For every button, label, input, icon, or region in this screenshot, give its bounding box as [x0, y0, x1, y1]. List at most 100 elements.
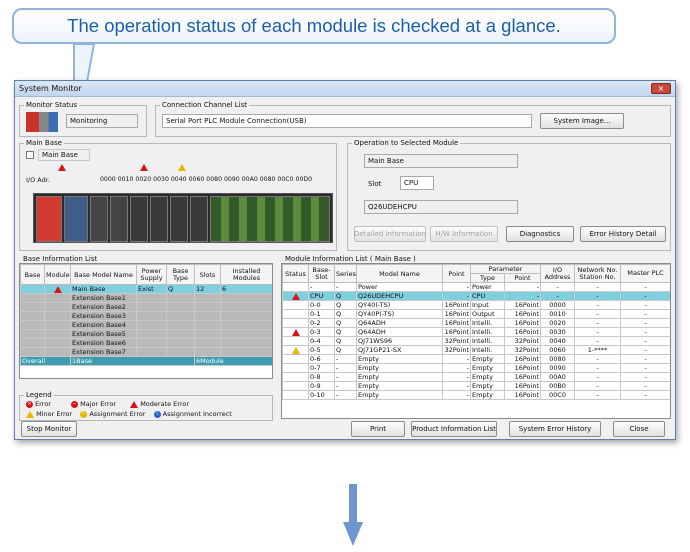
major-error-legend-icon: − [71, 400, 78, 408]
status-cell [282, 354, 309, 364]
table-row[interactable]: 0-7- Empty - Empty 16Point 0090- - [282, 363, 670, 373]
master-plc-col-header[interactable]: Master PLC [620, 264, 670, 283]
table-row[interactable]: 0-8- Empty - Empty 16Point 00A0- - [282, 372, 670, 382]
legend-moderate: Moderate Error [140, 400, 190, 408]
table-row[interactable]: Extension Base5 [20, 329, 272, 339]
table-row[interactable]: 0-0 Q QY40(-TS) 16Point Input 16Point 0000- - [282, 300, 670, 310]
base-slot-col-header[interactable]: Base-Slot [308, 264, 335, 283]
slot-0-0-module[interactable] [90, 196, 108, 242]
slot-0-3-module[interactable] [150, 196, 168, 242]
connection-channel-field: Serial Port PLC Module Connection(USB) [162, 114, 532, 128]
table-row[interactable]: - - Power - Power - - - - [282, 282, 670, 292]
power-supply-col-header[interactable]: Power Supply [136, 264, 167, 285]
product-information-list-button[interactable]: Product Information List [411, 421, 497, 437]
table-row[interactable]: 0-9- Empty - Empty 16Point 00B0- - [282, 381, 670, 391]
parameter-type-col-header[interactable]: Type [470, 273, 505, 283]
main-base-checkbox-label: Main Base [38, 149, 90, 161]
legend-minor: Minor Error [36, 410, 73, 418]
moderate-error-legend-icon [130, 400, 139, 408]
legend-assignment-error: Assignment Error [89, 410, 146, 418]
callout-banner: The operation status of each module is c… [12, 8, 616, 44]
status-cell [282, 336, 309, 346]
slot3-error-icon [140, 164, 148, 171]
io-address-col-header[interactable]: I/O Address [540, 264, 576, 283]
error-legend-icon: × [26, 400, 33, 408]
status-cell [282, 300, 309, 310]
cpu-module[interactable] [64, 196, 88, 242]
table-row[interactable]: 0-10- Empty - Empty 16Point 00C0- - [282, 390, 670, 400]
network-station-col-header[interactable]: Network No. Station No. [574, 264, 622, 283]
status-cell [282, 345, 309, 355]
status-cell [282, 327, 309, 337]
legend-group: Legend × Error − Major Error Moderate Er… [19, 391, 273, 421]
diagnostics-button[interactable]: Diagnostics [506, 226, 574, 242]
table-row[interactable]: 0-4 Q QJ71WS96 32Point Intelli. 32Point 0040- - [282, 336, 670, 346]
module-col-header[interactable]: Module [44, 264, 71, 285]
legend-label: Legend [24, 391, 54, 399]
print-button[interactable]: Print [351, 421, 405, 437]
selected-base: Main Base [364, 154, 518, 168]
table-row[interactable]: 0-1 Q QY40P(-TS) 16Point Output 16Point 0010- - [282, 309, 670, 319]
table-row[interactable]: Extension Base1 [20, 293, 272, 303]
down-arrow-icon [343, 484, 363, 546]
base-type-col-header[interactable]: Base Type [166, 264, 195, 285]
base-information-table: Base Module Base Model Name Power Supply… [19, 263, 273, 379]
installed-modules-col-header[interactable]: Installed Modules [220, 264, 272, 285]
slot-0-2-module[interactable] [130, 196, 148, 242]
slot-0-4-module[interactable] [170, 196, 188, 242]
table-row[interactable]: Extension Base6 [20, 338, 272, 348]
status-cell [282, 291, 309, 301]
power-supply-module[interactable] [36, 196, 62, 242]
table-row[interactable]: Extension Base3 [20, 311, 272, 321]
callout-text: The operation status of each module is c… [67, 15, 561, 36]
stop-monitor-button[interactable]: Stop Monitor [21, 421, 77, 437]
slot5-warning-icon [178, 164, 186, 171]
operation-group-label: Operation to Selected Module [352, 139, 461, 147]
model-name-col-header[interactable]: Model Name [356, 264, 443, 283]
table-row[interactable]: 0-2 Q Q64ADH 16Point Intelli. 16Point 0020- - [282, 318, 670, 328]
io-address-values: 0000 0010 0020 0030 0040 0060 0080 0090 … [100, 176, 313, 183]
table-row[interactable]: CPU Q Q26UDEHCPU - CPU - - - - [282, 291, 670, 301]
status-col-header[interactable]: Status [282, 264, 309, 283]
monitor-status-group: Monitor Status Monitoring [19, 101, 147, 137]
system-image-button[interactable]: System Image... [540, 113, 624, 129]
assignment-incorrect-legend-icon: i [153, 410, 161, 418]
point-col-header[interactable]: Point [442, 264, 471, 283]
detailed-information-button[interactable]: Detailed Information [354, 226, 426, 242]
table-row[interactable]: 0-5 Q QJ71GP21-SX 32Point Intelli. 32Point 006… [282, 345, 670, 355]
table-row[interactable]: 0-6- Empty - Empty 16Point 0080- - [282, 354, 670, 364]
base-model-col-header[interactable]: Base Model Name [70, 264, 137, 285]
slot-0-5-module[interactable] [190, 196, 208, 242]
slots-col-header[interactable]: Slots [194, 264, 221, 285]
system-error-history-button[interactable]: System Error History [509, 421, 601, 437]
window-close-button[interactable]: × [651, 83, 671, 94]
main-base-checkbox[interactable] [26, 151, 34, 159]
cpu-error-icon [58, 164, 66, 171]
module-status-cell [44, 284, 71, 294]
status-cell [282, 381, 309, 391]
overall-row: Overall 1Base 6Module [20, 356, 272, 366]
empty-slots[interactable] [210, 196, 330, 242]
table-row[interactable]: Extension Base4 [20, 320, 272, 330]
monitoring-state: Monitoring [66, 114, 138, 128]
legend-error: Error [35, 400, 51, 408]
series-col-header[interactable]: Series [334, 264, 357, 283]
close-button[interactable]: Close [613, 421, 665, 437]
parameter-point-col-header[interactable]: Point [503, 273, 542, 283]
error-icon [53, 285, 62, 293]
moderate-error-icon [291, 328, 300, 336]
hw-information-button[interactable]: H/W Information [430, 226, 498, 242]
parameter-col-header[interactable]: Parameter [469, 264, 542, 274]
main-base-rack[interactable] [33, 193, 333, 243]
legend-major: Major Error [80, 400, 117, 408]
error-history-detail-button[interactable]: Error History Detail [580, 226, 666, 242]
monitoring-indicator-icon [26, 112, 58, 132]
table-row[interactable]: Main Base Exist Q 12 6 [20, 284, 272, 294]
moderate-error-icon [291, 292, 300, 300]
table-row[interactable]: Extension Base2 [20, 302, 272, 312]
base-col-header[interactable]: Base [20, 264, 45, 285]
slot-0-1-module[interactable] [110, 196, 128, 242]
table-row[interactable]: 0-3 Q Q64ADH 16Point Intelli. 16Point 0030- - [282, 327, 670, 337]
table-row[interactable]: Extension Base7 [20, 347, 272, 357]
connection-channel-label: Connection Channel List [160, 101, 250, 109]
